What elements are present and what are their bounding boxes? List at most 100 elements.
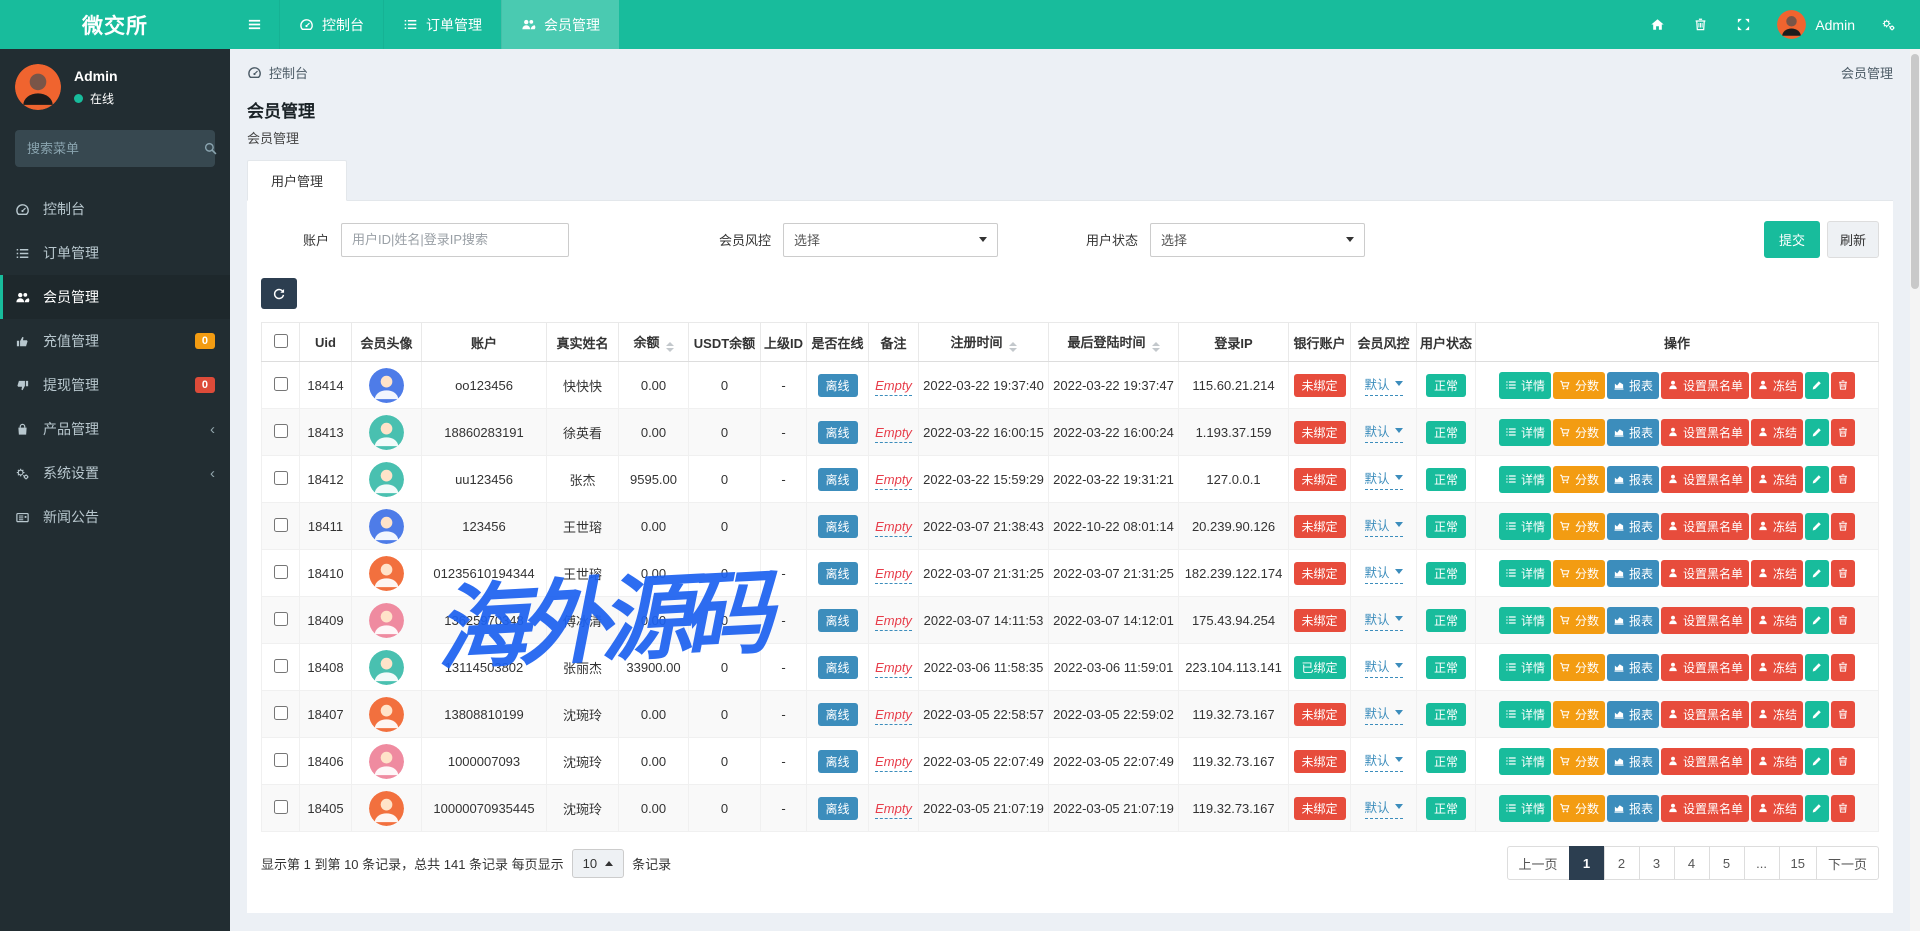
risk-dropdown[interactable]: 默认 [1365,797,1403,819]
action-edit-button[interactable] [1805,513,1829,540]
risk-dropdown[interactable]: 默认 [1365,562,1403,584]
action-delete-button[interactable] [1831,466,1855,493]
action-blacklist-button[interactable]: 设置黑名单 [1661,419,1749,446]
action-score-button[interactable]: 分数 [1553,701,1605,728]
row-checkbox[interactable] [274,659,288,673]
action-delete-button[interactable] [1831,560,1855,587]
nav-item-订单管理[interactable]: 订单管理 [383,0,501,49]
action-blacklist-button[interactable]: 设置黑名单 [1661,701,1749,728]
page-prev-button[interactable]: 上一页 [1507,846,1570,880]
action-details-button[interactable]: 详情 [1499,513,1551,540]
action-blacklist-button[interactable]: 设置黑名单 [1661,795,1749,822]
sidebar-item-系统设置[interactable]: 系统设置‹ [0,451,230,495]
action-report-button[interactable]: 报表 [1607,701,1659,728]
action-freeze-button[interactable]: 冻结 [1751,466,1803,493]
breadcrumb-dashboard-link[interactable]: 控制台 [247,63,308,82]
action-score-button[interactable]: 分数 [1553,795,1605,822]
col-最后登陆时间[interactable]: 最后登陆时间 [1049,323,1179,362]
action-delete-button[interactable] [1831,701,1855,728]
col-select-all[interactable] [262,323,300,362]
action-score-button[interactable]: 分数 [1553,466,1605,493]
page-15-button[interactable]: 15 [1779,846,1817,880]
risk-dropdown[interactable]: 默认 [1365,609,1403,631]
nav-item-会员管理[interactable]: 会员管理 [501,0,619,49]
note-link[interactable]: Empty [875,801,912,819]
page-ellipsis[interactable]: ... [1744,846,1780,880]
row-checkbox[interactable] [274,800,288,814]
action-blacklist-button[interactable]: 设置黑名单 [1661,654,1749,681]
action-freeze-button[interactable]: 冻结 [1751,560,1803,587]
action-delete-button[interactable] [1831,748,1855,775]
action-report-button[interactable]: 报表 [1607,560,1659,587]
action-details-button[interactable]: 详情 [1499,372,1551,399]
col-注册时间[interactable]: 注册时间 [919,323,1049,362]
refresh-button[interactable]: 刷新 [1827,221,1879,258]
note-link[interactable]: Empty [875,660,912,678]
action-blacklist-button[interactable]: 设置黑名单 [1661,607,1749,634]
row-checkbox[interactable] [274,706,288,720]
note-link[interactable]: Empty [875,519,912,537]
risk-dropdown[interactable]: 默认 [1365,703,1403,725]
table-reload-button[interactable] [261,278,297,309]
page-2-button[interactable]: 2 [1604,846,1640,880]
action-freeze-button[interactable]: 冻结 [1751,607,1803,634]
risk-dropdown[interactable]: 默认 [1365,750,1403,772]
page-size-select[interactable]: 10 [572,849,624,878]
action-score-button[interactable]: 分数 [1553,654,1605,681]
action-report-button[interactable]: 报表 [1607,748,1659,775]
action-score-button[interactable]: 分数 [1553,419,1605,446]
action-blacklist-button[interactable]: 设置黑名单 [1661,560,1749,587]
tab-user-management[interactable]: 用户管理 [247,160,347,201]
row-checkbox[interactable] [274,565,288,579]
action-blacklist-button[interactable]: 设置黑名单 [1661,513,1749,540]
action-edit-button[interactable] [1805,795,1829,822]
action-report-button[interactable]: 报表 [1607,607,1659,634]
action-report-button[interactable]: 报表 [1607,372,1659,399]
action-delete-button[interactable] [1831,654,1855,681]
settings-button[interactable] [1867,0,1910,49]
page-next-button[interactable]: 下一页 [1816,846,1879,880]
risk-dropdown[interactable]: 默认 [1365,656,1403,678]
note-link[interactable]: Empty [875,613,912,631]
action-freeze-button[interactable]: 冻结 [1751,372,1803,399]
action-details-button[interactable]: 详情 [1499,701,1551,728]
status-select[interactable]: 选择 [1150,223,1365,257]
action-delete-button[interactable] [1831,607,1855,634]
account-search-input[interactable] [341,223,569,257]
action-blacklist-button[interactable]: 设置黑名单 [1661,466,1749,493]
action-details-button[interactable]: 详情 [1499,748,1551,775]
action-edit-button[interactable] [1805,560,1829,587]
action-score-button[interactable]: 分数 [1553,748,1605,775]
row-checkbox[interactable] [274,377,288,391]
page-5-button[interactable]: 5 [1709,846,1745,880]
row-checkbox[interactable] [274,518,288,532]
action-score-button[interactable]: 分数 [1553,372,1605,399]
action-details-button[interactable]: 详情 [1499,795,1551,822]
action-edit-button[interactable] [1805,701,1829,728]
action-delete-button[interactable] [1831,513,1855,540]
action-score-button[interactable]: 分数 [1553,513,1605,540]
action-details-button[interactable]: 详情 [1499,466,1551,493]
note-link[interactable]: Empty [875,472,912,490]
action-edit-button[interactable] [1805,372,1829,399]
action-details-button[interactable]: 详情 [1499,419,1551,446]
page-4-button[interactable]: 4 [1674,846,1710,880]
risk-dropdown[interactable]: 默认 [1365,515,1403,537]
action-freeze-button[interactable]: 冻结 [1751,701,1803,728]
sidebar-item-充值管理[interactable]: 充值管理0 [0,319,230,363]
page-3-button[interactable]: 3 [1639,846,1675,880]
action-freeze-button[interactable]: 冻结 [1751,654,1803,681]
nav-item-控制台[interactable]: 控制台 [279,0,383,49]
sidebar-item-控制台[interactable]: 控制台 [0,187,230,231]
risk-dropdown[interactable]: 默认 [1365,468,1403,490]
action-details-button[interactable]: 详情 [1499,654,1551,681]
sidebar-item-提现管理[interactable]: 提现管理0 [0,363,230,407]
note-link[interactable]: Empty [875,707,912,725]
action-edit-button[interactable] [1805,654,1829,681]
select-all-checkbox[interactable] [274,334,288,348]
risk-dropdown[interactable]: 默认 [1365,374,1403,396]
action-blacklist-button[interactable]: 设置黑名单 [1661,372,1749,399]
action-edit-button[interactable] [1805,419,1829,446]
action-details-button[interactable]: 详情 [1499,607,1551,634]
clear-cache-button[interactable] [1679,0,1722,49]
